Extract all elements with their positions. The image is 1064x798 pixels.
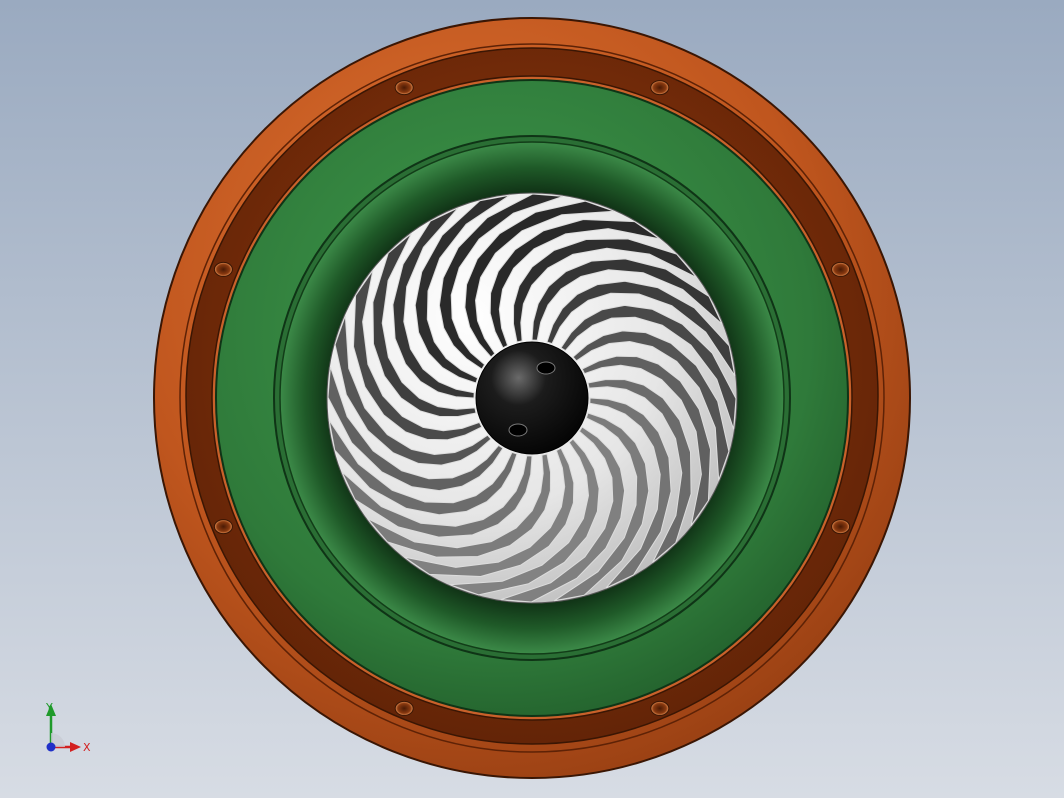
- hub-hole-icon: [508, 423, 528, 437]
- bolt-hole-icon: [213, 519, 233, 535]
- impeller-hub[interactable]: [475, 341, 589, 455]
- model-view[interactable]: Y X: [0, 0, 1064, 798]
- bolt-hole-icon: [213, 261, 233, 277]
- bolt-hole-icon: [831, 261, 851, 277]
- bolt-hole-icon: [650, 80, 670, 96]
- bolt-hole-icon: [394, 80, 414, 96]
- bolt-hole-icon: [394, 700, 414, 716]
- y-axis-label: Y: [45, 701, 53, 714]
- hub-hole-icon: [536, 361, 556, 375]
- z-axis-dot-icon: [46, 742, 56, 752]
- graphics-viewport[interactable]: Y X: [0, 0, 1064, 798]
- x-axis-label: X: [83, 741, 91, 754]
- bolt-hole-icon: [650, 700, 670, 716]
- impeller-assembly[interactable]: [153, 17, 911, 779]
- bolt-hole-icon: [831, 519, 851, 535]
